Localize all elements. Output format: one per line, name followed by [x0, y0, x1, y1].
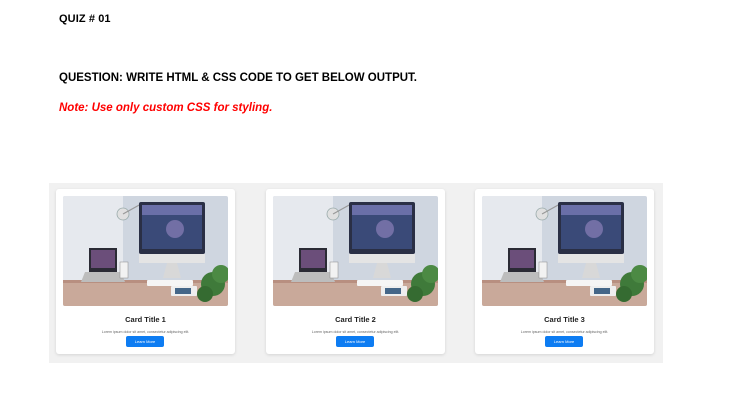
card-text: Lorem ipsum dolor sit amet, consectetur … — [101, 330, 190, 334]
card-title: Card Title 1 — [125, 315, 166, 324]
card-text: Lorem ipsum dolor sit amet, consectetur … — [311, 330, 400, 334]
desk-workspace-image — [273, 196, 438, 306]
card-2: Card Title 2 Lorem ipsum dolor sit amet,… — [266, 189, 445, 354]
card-title: Card Title 3 — [544, 315, 585, 324]
learn-more-button[interactable]: Learn More — [336, 336, 374, 347]
desk-workspace-image — [482, 196, 647, 306]
expected-output-panel: Card Title 1 Lorem ipsum dolor sit amet,… — [49, 183, 663, 363]
card-text: Lorem ipsum dolor sit amet, consectetur … — [520, 330, 609, 334]
card-3: Card Title 3 Lorem ipsum dolor sit amet,… — [475, 189, 654, 354]
note-text: Note: Use only custom CSS for styling. — [59, 102, 273, 114]
learn-more-button[interactable]: Learn More — [126, 336, 164, 347]
card-title: Card Title 2 — [335, 315, 376, 324]
desk-workspace-image — [63, 196, 228, 306]
question-text: QUESTION: WRITE HTML & CSS CODE TO GET B… — [59, 72, 417, 84]
quiz-title: QUIZ # 01 — [59, 13, 111, 25]
card-1: Card Title 1 Lorem ipsum dolor sit amet,… — [56, 189, 235, 354]
learn-more-button[interactable]: Learn More — [545, 336, 583, 347]
